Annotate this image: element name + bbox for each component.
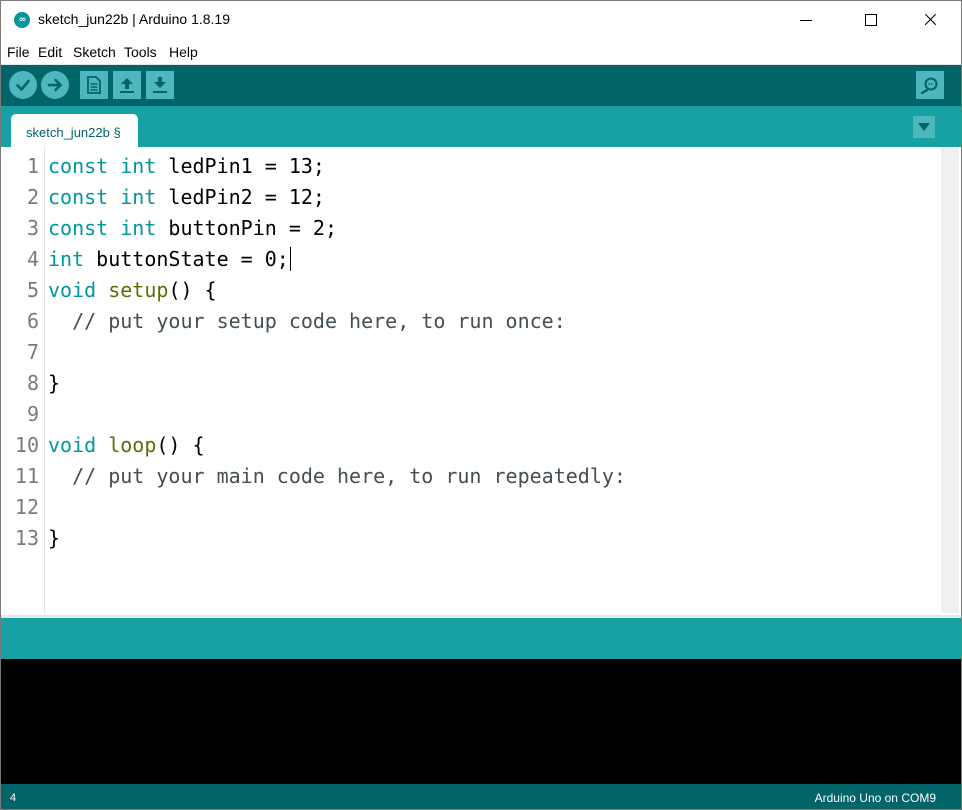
open-icon — [120, 78, 134, 93]
current-line-number: 4 — [10, 792, 17, 804]
comment-token: // put your main code here, to run repea… — [48, 464, 626, 488]
new-button[interactable] — [80, 71, 108, 99]
maximize-icon — [865, 14, 877, 26]
menu-sketch[interactable]: Sketch — [73, 44, 116, 60]
serial-monitor-button[interactable] — [916, 71, 944, 99]
menu-help[interactable]: Help — [169, 44, 198, 60]
arduino-logo-icon: ∞ — [14, 12, 30, 28]
upload-icon — [47, 78, 62, 92]
keyword-token: int — [120, 216, 157, 240]
function-token: loop — [108, 433, 157, 457]
line-number: 6 — [26, 309, 39, 333]
line-number: 8 — [26, 371, 39, 395]
code-line[interactable]: // put your setup code here, to run once… — [48, 306, 566, 337]
vertical-scrollbar[interactable] — [941, 147, 959, 613]
minimize-icon — [800, 19, 812, 21]
text-cursor — [289, 247, 292, 271]
line-number: 1 — [26, 154, 39, 178]
line-number: 7 — [26, 340, 39, 364]
code-token: buttonPin = 2; — [156, 216, 338, 240]
line-number: 13 — [14, 526, 39, 550]
open-button[interactable] — [113, 71, 141, 99]
code-line[interactable]: const int ledPin1 = 13; — [48, 151, 325, 182]
line-number: 10 — [14, 433, 39, 457]
tab-bar: sketch_jun22b § — [1, 106, 961, 147]
code-line[interactable]: int buttonState = 0; — [48, 244, 292, 275]
line-number: 5 — [26, 278, 39, 302]
code-token: buttonState = 0; — [84, 247, 289, 271]
minimize-button[interactable] — [783, 1, 829, 39]
code-token: ledPin1 = 13; — [156, 154, 325, 178]
tab-label: sketch_jun22b § — [26, 125, 121, 140]
keyword-token: const — [48, 154, 109, 178]
console-output — [1, 659, 961, 784]
keyword-token: void — [48, 433, 97, 457]
line-number: 3 — [26, 216, 39, 240]
status-bar — [1, 618, 961, 659]
code-token: ledPin2 = 12; — [156, 185, 325, 209]
close-button[interactable] — [907, 1, 953, 39]
keyword-token: int — [120, 185, 157, 209]
verify-button[interactable] — [9, 71, 37, 99]
close-icon — [923, 13, 937, 27]
title-bar: ∞ sketch_jun22b | Arduino 1.8.19 — [1, 1, 961, 39]
verify-icon — [16, 79, 30, 91]
tab-sketch[interactable]: sketch_jun22b § — [11, 114, 138, 147]
keyword-token: const — [48, 185, 109, 209]
code-line[interactable]: } — [48, 368, 60, 399]
code-token: () { — [168, 278, 217, 302]
line-number: 11 — [14, 464, 39, 488]
upload-button[interactable] — [41, 71, 69, 99]
code-line[interactable]: // put your main code here, to run repea… — [48, 461, 626, 492]
code-line[interactable]: void setup() { — [48, 275, 217, 306]
code-line[interactable]: } — [48, 523, 60, 554]
code-editor[interactable]: 1 2 3 4 5 6 7 8 9 10 11 12 13 const int ledPin1 = 13… — [1, 147, 961, 615]
save-icon — [153, 77, 167, 93]
line-number-gutter: 1 2 3 4 5 6 7 8 9 10 11 12 13 — [1, 147, 45, 613]
serial-monitor-icon — [920, 77, 938, 94]
line-number: 2 — [26, 185, 39, 209]
tab-menu-button[interactable] — [913, 116, 935, 138]
menu-edit[interactable]: Edit — [38, 44, 62, 60]
keyword-token: int — [48, 247, 85, 271]
maximize-button[interactable] — [848, 1, 894, 39]
code-line[interactable]: const int ledPin2 = 12; — [48, 182, 325, 213]
board-port-label: Arduino Uno on COM9 — [814, 791, 936, 805]
keyword-token: void — [48, 278, 97, 302]
toolbar — [1, 65, 961, 106]
menu-bar: File Edit Sketch Tools Help — [1, 39, 961, 65]
code-token: } — [48, 526, 61, 550]
arduino-ide-window: ∞ sketch_jun22b | Arduino 1.8.19 File Ed… — [0, 0, 962, 810]
chevron-down-icon — [918, 123, 930, 131]
line-number: 12 — [14, 495, 39, 519]
footer-bar: 4 Arduino Uno on COM9 — [1, 784, 961, 809]
keyword-token: int — [120, 154, 157, 178]
keyword-token: const — [48, 216, 109, 240]
function-token: setup — [108, 278, 169, 302]
line-number: 4 — [26, 247, 39, 271]
code-line[interactable]: const int buttonPin = 2; — [48, 213, 337, 244]
code-token: () { — [156, 433, 205, 457]
menu-file[interactable]: File — [7, 44, 30, 60]
line-number: 9 — [26, 402, 39, 426]
menu-tools[interactable]: Tools — [124, 44, 157, 60]
new-icon — [87, 76, 101, 94]
code-token: } — [48, 371, 61, 395]
code-line[interactable]: void loop() { — [48, 430, 205, 461]
save-button[interactable] — [146, 71, 174, 99]
comment-token: // put your setup code here, to run once… — [48, 309, 566, 333]
window-title: sketch_jun22b | Arduino 1.8.19 — [38, 11, 231, 27]
